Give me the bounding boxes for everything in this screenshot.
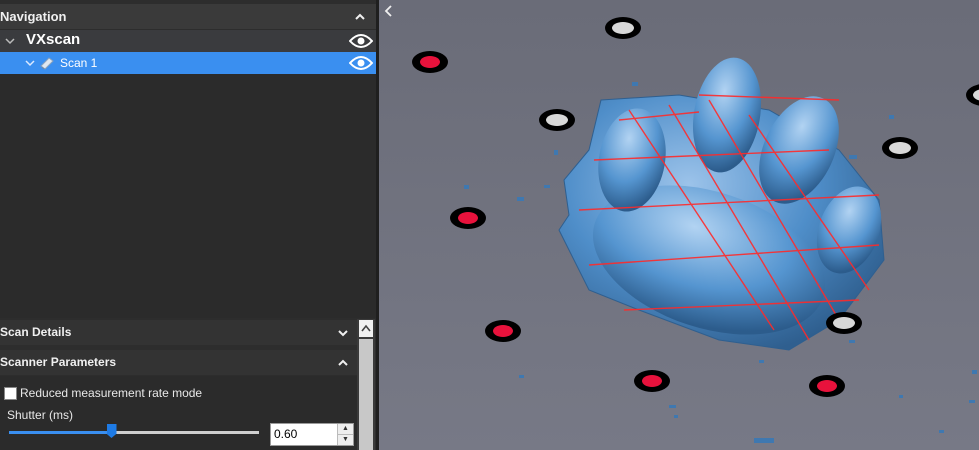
scanner-parameters-header[interactable]: Scanner Parameters xyxy=(0,350,357,375)
shutter-slider[interactable] xyxy=(9,424,259,438)
tree-item-label: VXscan xyxy=(26,31,81,48)
tree-item-scan-1[interactable]: Scan 1 xyxy=(0,52,376,74)
spin-buttons: ▲ ▼ xyxy=(337,424,353,445)
spin-down-icon[interactable]: ▼ xyxy=(338,434,353,445)
shutter-spinbox[interactable]: 0.60 ▲ ▼ xyxy=(270,423,354,446)
panel-scrollbar[interactable] xyxy=(357,319,375,450)
section-title: Scan Details xyxy=(0,325,72,339)
slider-fill xyxy=(9,431,112,434)
eye-icon[interactable] xyxy=(349,55,373,71)
tree-item-label: Scan 1 xyxy=(60,56,98,70)
navigation-title: Navigation xyxy=(0,9,67,24)
spin-up-icon[interactable]: ▲ xyxy=(338,424,353,434)
eye-icon[interactable] xyxy=(349,33,373,49)
scan-details-header[interactable]: Scan Details xyxy=(0,320,357,345)
tree-item-vxscan[interactable]: VXscan xyxy=(0,30,376,52)
reduced-rate-label: Reduced measurement rate mode xyxy=(20,386,203,400)
3d-viewport[interactable] xyxy=(379,0,979,450)
chevron-down-icon[interactable] xyxy=(334,324,352,342)
scan-render xyxy=(412,17,979,443)
scrollbar-thumb[interactable] xyxy=(359,339,373,450)
shutter-value: 0.60 xyxy=(274,427,298,441)
scroll-up-icon[interactable] xyxy=(359,320,373,337)
section-title: Scanner Parameters xyxy=(0,355,117,369)
shutter-label: Shutter (ms) xyxy=(7,408,74,422)
navigation-header[interactable]: Navigation xyxy=(0,4,376,29)
expand-chevron-icon[interactable] xyxy=(24,58,36,68)
chevron-up-icon[interactable] xyxy=(334,354,352,372)
chevron-up-icon[interactable] xyxy=(351,8,369,26)
reduced-rate-checkbox[interactable] xyxy=(4,387,17,400)
expand-chevron-icon[interactable] xyxy=(4,36,16,46)
left-panel: Navigation VXscan Scan 1 Scan Details Sc… xyxy=(0,0,377,450)
scan-file-icon xyxy=(40,57,54,70)
tree-area xyxy=(0,74,376,318)
